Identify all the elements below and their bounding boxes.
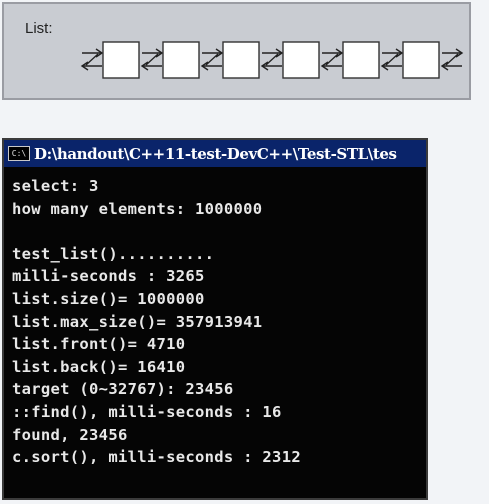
link-stroke (445, 53, 459, 66)
list-node (342, 41, 380, 79)
list-node (102, 41, 140, 79)
list-diagram-panel: List: (2, 2, 471, 100)
list-node (162, 41, 200, 79)
console-line: list.back()= 16410 (12, 357, 186, 376)
link-stroke (205, 53, 219, 66)
cmd-icon[interactable]: C:\ (8, 146, 30, 161)
link-stroke (145, 53, 159, 66)
console-line: list.max_size()= 357913941 (12, 312, 263, 331)
console-window[interactable]: C:\ D:\handout\C++11-test-DevC++\Test-ST… (2, 138, 428, 500)
console-line: select: 3 (12, 177, 99, 195)
console-line: c.sort(), milli-seconds : 2312 (12, 448, 301, 467)
link-stroke (85, 53, 99, 66)
console-title: D:\handout\C++11-test-DevC++\Test-STL\te… (34, 144, 397, 163)
list-node (222, 41, 260, 79)
list-node (402, 41, 440, 79)
link-stroke (265, 53, 279, 66)
console-line: target (0~32767): 23456 (12, 380, 234, 399)
console-line: how many elements: 1000000 (12, 199, 263, 218)
list-node (282, 41, 320, 79)
link-stroke (325, 53, 339, 66)
console-line: list.size()= 1000000 (12, 289, 205, 308)
console-line: list.front()= 4710 (12, 335, 186, 354)
console-line: test_list().......... (12, 244, 215, 263)
console-titlebar[interactable]: C:\ D:\handout\C++11-test-DevC++\Test-ST… (4, 140, 426, 167)
linked-list-diagram (80, 41, 464, 79)
console-line: ::find(), milli-seconds : 16 (12, 402, 282, 421)
console-line: milli-seconds : 3265 (12, 267, 205, 286)
link-stroke (385, 53, 399, 66)
console-output: select: 3 how many elements: 1000000 test_… (4, 167, 426, 469)
console-line: found, 23456 (12, 425, 128, 444)
